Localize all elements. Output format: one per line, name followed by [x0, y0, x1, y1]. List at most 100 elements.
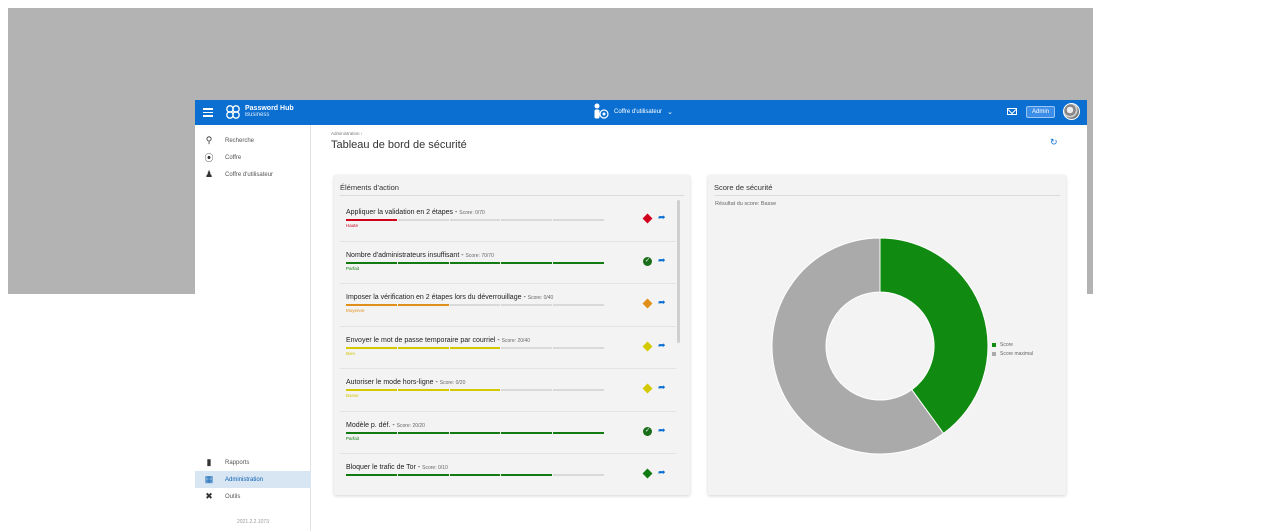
administration-icon: ▦	[204, 474, 214, 484]
action-item-score: Score: 0/20	[439, 380, 466, 386]
warning-diamond-icon[interactable]	[642, 383, 653, 394]
sidebar-item-reports[interactable]: ▮ Rapports	[195, 454, 311, 471]
progress-segment	[346, 219, 397, 221]
diamond-icon	[642, 383, 653, 394]
score-progress-bar	[346, 346, 604, 349]
share-arrow-icon[interactable]: ➦	[658, 255, 666, 266]
action-item-score: Score: 20/40	[501, 337, 530, 344]
diamond-icon	[642, 213, 653, 224]
share-arrow-icon[interactable]: ➦	[658, 340, 666, 351]
warning-diamond-icon[interactable]	[642, 341, 653, 351]
progress-segment	[397, 389, 449, 391]
page-title: Tableau de bord de sécurité	[331, 139, 467, 151]
sidebar-item-administration[interactable]: ▦ Administration	[195, 471, 311, 488]
admin-role-button[interactable]: Admin	[1026, 106, 1056, 118]
vault-selector[interactable]: Coffre d'utilisateur ⌄	[593, 103, 673, 120]
password-hub-logo-icon	[226, 105, 240, 119]
action-item-label: Bloquer le trafic de Tor	[346, 464, 416, 471]
progress-segment	[501, 261, 553, 264]
action-item-score: Score: 20/20	[396, 422, 425, 429]
legend-label: Score maximal	[1000, 351, 1034, 357]
card-title: Score de sécurité	[714, 183, 773, 192]
progress-segment	[553, 389, 604, 391]
progress-segment	[346, 474, 397, 476]
action-item-label: Envoyer le mot de passe temporaire par c…	[346, 336, 496, 344]
risk-level-label: Bien	[346, 350, 356, 356]
sidebar-item-search[interactable]: ⚲ Recherche	[195, 132, 311, 149]
main-content: Administration › Tableau de bord de sécu…	[311, 125, 1087, 531]
progress-segment	[553, 431, 604, 434]
chevron-down-icon: ⌄	[667, 108, 673, 116]
score-progress-bar	[346, 304, 604, 306]
action-item-row[interactable]: Bloquer le trafic de Tor - Score: 0/10 ➦	[340, 454, 676, 489]
action-item-label: Appliquer la validation en 2 étapes	[346, 209, 454, 216]
chart-legend: Score Score maximal	[992, 342, 1033, 360]
divider	[714, 195, 1060, 196]
vault-icon: ⦿	[204, 153, 214, 163]
hamburger-menu-icon[interactable]	[203, 106, 213, 118]
refresh-icon[interactable]: ↻	[1050, 137, 1058, 148]
action-item-row[interactable]: Autoriser le mode hors-ligne - Score: 0/…	[340, 369, 676, 412]
progress-segment	[501, 431, 553, 434]
progress-segment	[346, 261, 397, 264]
mail-icon[interactable]	[1007, 108, 1017, 115]
share-arrow-icon[interactable]: ➦	[658, 425, 666, 436]
risk-level-label: Basse	[346, 393, 359, 398]
action-item-label: Modèle p. déf.	[346, 421, 391, 429]
progress-segment	[449, 474, 501, 476]
sidebar-item-vault[interactable]: ⦿ Coffre	[195, 149, 311, 166]
scrollbar[interactable]	[677, 200, 680, 343]
warning-diamond-icon[interactable]	[642, 213, 653, 224]
action-item-row[interactable]: Envoyer le mot de passe temporaire par c…	[340, 327, 676, 369]
progress-segment	[449, 304, 501, 306]
divider	[340, 195, 684, 196]
sidebar-item-label: Administration	[225, 476, 264, 483]
progress-segment	[501, 389, 553, 391]
score-progress-bar	[346, 474, 604, 476]
brand-name: Password Hub	[245, 105, 294, 112]
risk-level-label: Parfait	[346, 265, 360, 271]
sidebar: ⚲ Recherche ⦿ Coffre ♟ Coffre d'utilisat…	[195, 125, 311, 531]
share-arrow-icon[interactable]: ➦	[658, 382, 666, 393]
action-item-row[interactable]: Nombre d'administrateurs insuffisant - S…	[340, 242, 676, 284]
share-arrow-icon[interactable]: ➦	[658, 467, 666, 478]
legend-item[interactable]: Score	[992, 342, 1033, 348]
sidebar-item-user-vault[interactable]: ♟ Coffre d'utilisateur	[195, 166, 311, 183]
check-circle-icon[interactable]: ✓	[643, 426, 652, 436]
progress-segment	[397, 261, 449, 264]
progress-segment	[449, 389, 501, 391]
action-item-label: Autoriser le mode hors-ligne	[346, 379, 434, 386]
sidebar-item-label: Rapports	[225, 459, 250, 466]
share-arrow-icon[interactable]: ➦	[658, 297, 666, 308]
legend-item[interactable]: Score maximal	[992, 351, 1033, 357]
progress-segment	[501, 346, 553, 349]
share-arrow-icon[interactable]: ➦	[658, 212, 666, 223]
warning-diamond-icon[interactable]	[642, 298, 653, 309]
action-item-title: Appliquer la validation en 2 étapes - Sc…	[346, 209, 485, 216]
progress-segment	[346, 346, 397, 349]
avatar[interactable]	[1063, 103, 1080, 120]
legend-label: Score	[1000, 342, 1014, 348]
app-version: 2021.2.2.1073	[237, 519, 269, 525]
action-item-label: Nombre d'administrateurs insuffisant	[346, 251, 460, 259]
sidebar-item-label: Coffre	[225, 154, 242, 161]
breadcrumb[interactable]: Administration ›	[331, 131, 362, 136]
progress-segment	[346, 389, 397, 391]
action-item-row[interactable]: Appliquer la validation en 2 étapes - Sc…	[340, 199, 676, 242]
action-item-row[interactable]: Imposer la vérification en 2 étapes lors…	[340, 284, 676, 327]
action-item-row[interactable]: Modèle p. déf. - Score: 20/20 Parfait ✓ ➦	[340, 412, 676, 454]
app-window: Password Hub Business Coffre d'utilisate…	[195, 100, 1087, 531]
action-items-list: Appliquer la validation en 2 étapes - Sc…	[340, 199, 676, 489]
progress-segment	[553, 474, 604, 476]
sidebar-item-tools[interactable]: ✖ Outils	[195, 488, 311, 505]
brand-logo[interactable]: Password Hub Business	[225, 104, 294, 120]
action-item-score: Score: 70/70	[465, 252, 494, 259]
check-circle-icon[interactable]: ✓	[643, 256, 652, 266]
diamond-icon	[642, 298, 653, 309]
vault-selector-label: Coffre d'utilisateur	[614, 108, 663, 115]
score-progress-bar	[346, 431, 604, 434]
score-progress-bar	[346, 219, 604, 221]
warning-diamond-icon[interactable]	[642, 468, 653, 479]
card-title: Éléments d'action	[340, 183, 399, 192]
progress-segment	[449, 219, 501, 221]
